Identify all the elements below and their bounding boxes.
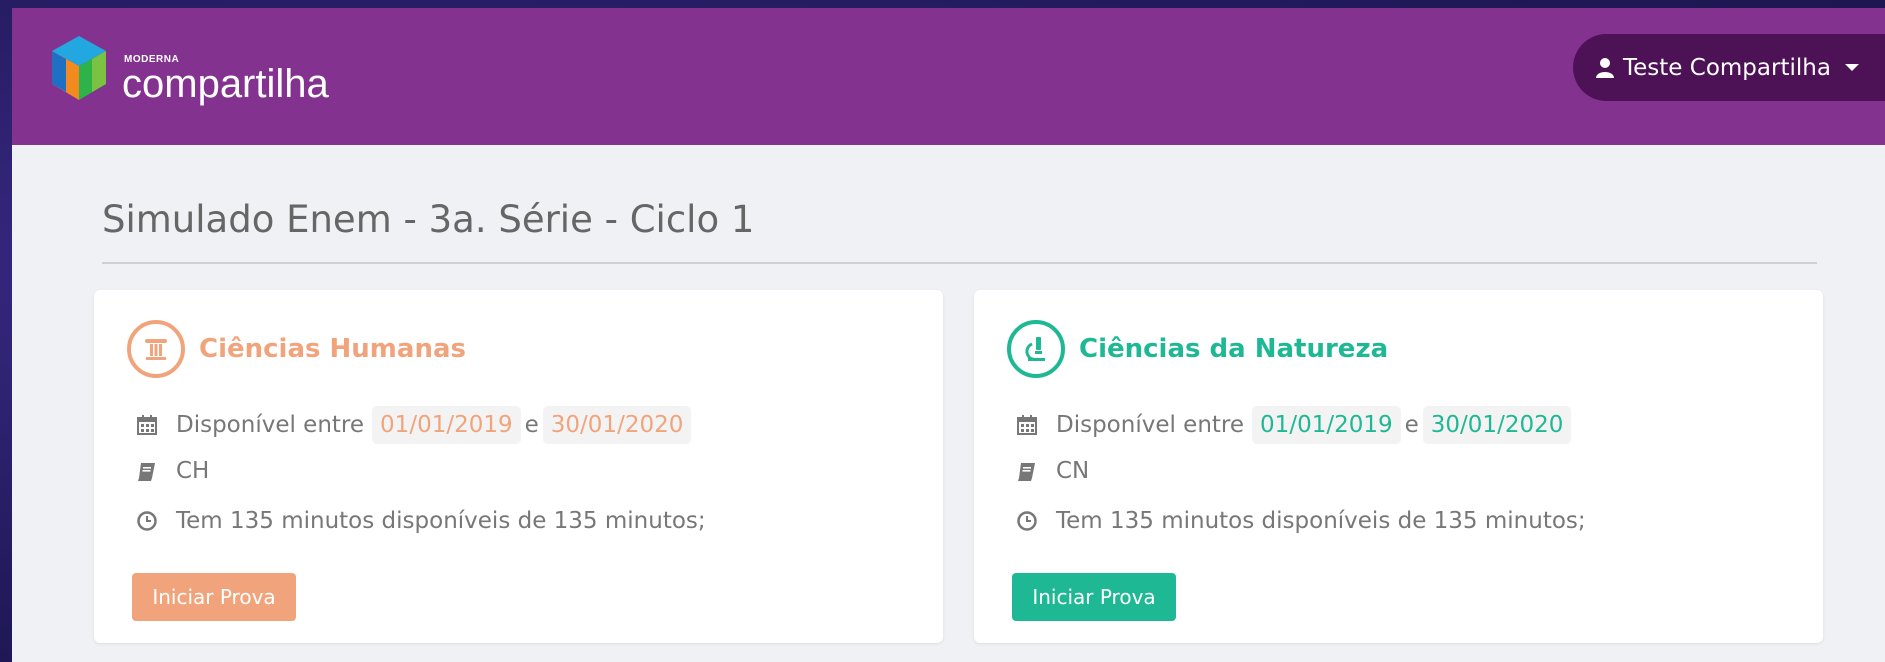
subject-code: CN [1056,458,1090,484]
app-frame: MODERNA compartilha Teste Compartilha Si… [12,8,1885,662]
brand-logo[interactable]: MODERNA compartilha [48,34,348,114]
user-icon [1596,57,1614,78]
clock-icon [1014,508,1040,534]
user-name-label: Teste Compartilha [1623,54,1831,81]
chevron-down-icon [1844,64,1859,71]
time-remaining-text: Tem 135 minutos disponíveis de 135 minut… [176,508,706,534]
logo-cube-icon [52,36,106,100]
subject-code-row: CH [134,458,209,484]
card-header: Ciências Humanas [127,320,466,378]
start-exam-button[interactable]: Iniciar Prova [132,573,296,621]
calendar-icon [134,412,160,438]
date-connector: e [524,412,539,438]
exam-card-ciencias-humanas: Ciências Humanas Disponível entre 01/01/… [94,290,943,643]
time-remaining-text: Tem 135 minutos disponíveis de 135 minut… [1056,508,1586,534]
end-date-badge: 30/01/2020 [542,406,692,444]
top-navbar: MODERNA compartilha Teste Compartilha [12,8,1885,145]
book-icon [1014,458,1040,484]
subject-code: CH [176,458,210,484]
calendar-icon [1014,412,1040,438]
availability-label: Disponível entre [176,412,365,438]
user-menu-button[interactable]: Teste Compartilha [1573,34,1885,101]
card-title: Ciências da Natureza [1079,334,1389,364]
subject-code-row: CN [1014,458,1089,484]
start-exam-button[interactable]: Iniciar Prova [1012,573,1176,621]
book-icon [134,458,160,484]
start-date-badge: 01/01/2019 [1252,406,1401,444]
start-date-badge: 01/01/2019 [372,406,521,444]
card-title: Ciências Humanas [199,334,466,364]
availability-row: Disponível entre 01/01/2019 e 30/01/2020 [134,406,695,444]
date-connector: e [1404,412,1419,438]
column-pillar-icon [127,320,185,378]
microscope-icon [1007,320,1065,378]
page-title: Simulado Enem - 3a. Série - Ciclo 1 [102,198,755,241]
card-header: Ciências da Natureza [1007,320,1388,378]
title-divider [102,262,1817,264]
availability-label: Disponível entre [1056,412,1245,438]
exam-card-ciencias-natureza: Ciências da Natureza Disponível entre 01… [974,290,1823,643]
time-row: Tem 135 minutos disponíveis de 135 minut… [1014,508,1586,534]
clock-icon [134,508,160,534]
end-date-badge: 30/01/2020 [1422,406,1572,444]
logo-brand-name: compartilha [122,62,329,106]
availability-row: Disponível entre 01/01/2019 e 30/01/2020 [1014,406,1575,444]
time-row: Tem 135 minutos disponíveis de 135 minut… [134,508,706,534]
